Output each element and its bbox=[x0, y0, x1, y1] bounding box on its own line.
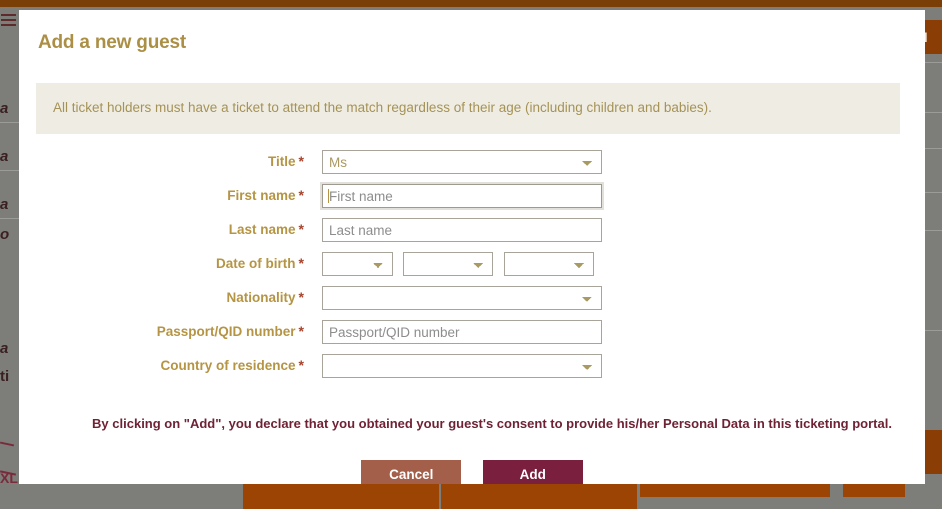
dob-month-select[interactable] bbox=[403, 252, 494, 276]
label-first-name: First name * bbox=[19, 184, 304, 207]
required-asterisk: * bbox=[298, 255, 304, 271]
control-last-name bbox=[322, 218, 602, 242]
field-row-passport: Passport/QID number * bbox=[19, 320, 925, 354]
cancel-button[interactable]: Cancel bbox=[361, 460, 462, 484]
label-nationality: Nationality * bbox=[19, 286, 304, 309]
dob-day-select[interactable] bbox=[322, 252, 393, 276]
label-date-of-birth: Date of birth * bbox=[19, 252, 304, 275]
field-row-date-of-birth: Date of birth * bbox=[19, 252, 925, 286]
background-curve bbox=[0, 441, 15, 447]
country-of-residence-select[interactable] bbox=[322, 354, 602, 378]
passport-input[interactable] bbox=[322, 320, 602, 344]
control-nationality bbox=[322, 286, 602, 310]
label-country-of-residence-text: Country of residence bbox=[160, 358, 296, 373]
label-date-of-birth-text: Date of birth bbox=[216, 256, 296, 271]
background-left-divider bbox=[0, 218, 20, 219]
label-first-name-text: First name bbox=[227, 188, 296, 203]
required-asterisk: * bbox=[298, 221, 304, 237]
label-country-of-residence: Country of residence * bbox=[19, 354, 304, 377]
ticket-notice-banner: All ticket holders must have a ticket to… bbox=[36, 83, 900, 134]
title-select[interactable]: Ms bbox=[322, 150, 602, 174]
background-action-button[interactable] bbox=[441, 484, 637, 497]
background-action-button[interactable] bbox=[843, 484, 905, 497]
field-row-last-name: Last name * bbox=[19, 218, 925, 252]
control-country-of-residence bbox=[322, 354, 602, 378]
field-row-nationality: Nationality * bbox=[19, 286, 925, 320]
required-asterisk: * bbox=[298, 289, 304, 305]
modal-button-row: Cancel Add bbox=[19, 460, 925, 484]
add-button[interactable]: Add bbox=[482, 460, 583, 484]
required-asterisk: * bbox=[298, 357, 304, 373]
label-passport-text: Passport/QID number bbox=[156, 324, 296, 339]
control-first-name bbox=[322, 184, 602, 208]
background-action-button[interactable] bbox=[243, 484, 439, 497]
consent-text: By clicking on "Add", you declare that y… bbox=[92, 416, 892, 431]
ticket-notice-text: All ticket holders must have a ticket to… bbox=[53, 100, 712, 115]
label-title-text: Title bbox=[268, 154, 296, 169]
dob-year-select[interactable] bbox=[503, 252, 594, 276]
last-name-input[interactable] bbox=[322, 218, 602, 242]
background-action-button[interactable] bbox=[441, 497, 637, 509]
control-passport bbox=[322, 320, 602, 344]
add-guest-modal: Add a new guest All ticket holders must … bbox=[19, 10, 925, 484]
field-row-title: Title * Ms bbox=[19, 150, 925, 184]
control-date-of-birth bbox=[322, 252, 594, 276]
screen-root: a a a o a ti XL TH ine ine ine rs Add a … bbox=[0, 0, 942, 509]
label-title: Title * bbox=[19, 150, 304, 173]
text-cursor bbox=[328, 189, 329, 203]
label-passport: Passport/QID number * bbox=[19, 320, 304, 343]
first-name-input[interactable] bbox=[322, 184, 602, 208]
label-last-name: Last name * bbox=[19, 218, 304, 241]
required-asterisk: * bbox=[298, 153, 304, 169]
required-asterisk: * bbox=[298, 187, 304, 203]
background-action-button[interactable] bbox=[640, 484, 830, 497]
label-nationality-text: Nationality bbox=[226, 290, 296, 305]
modal-title: Add a new guest bbox=[38, 32, 186, 53]
label-last-name-text: Last name bbox=[228, 222, 296, 237]
nationality-select[interactable] bbox=[322, 286, 602, 310]
field-row-country-of-residence: Country of residence * bbox=[19, 354, 925, 388]
control-title: Ms bbox=[322, 150, 602, 174]
background-left-divider bbox=[0, 170, 20, 171]
background-action-button[interactable] bbox=[243, 497, 439, 509]
field-row-first-name: First name * bbox=[19, 184, 925, 218]
hamburger-menu-icon[interactable] bbox=[1, 14, 16, 28]
guest-form: Title * Ms First name * First name Last … bbox=[19, 150, 925, 388]
background-top-bar bbox=[0, 0, 942, 7]
background-left-divider bbox=[0, 122, 20, 123]
required-asterisk: * bbox=[298, 323, 304, 339]
